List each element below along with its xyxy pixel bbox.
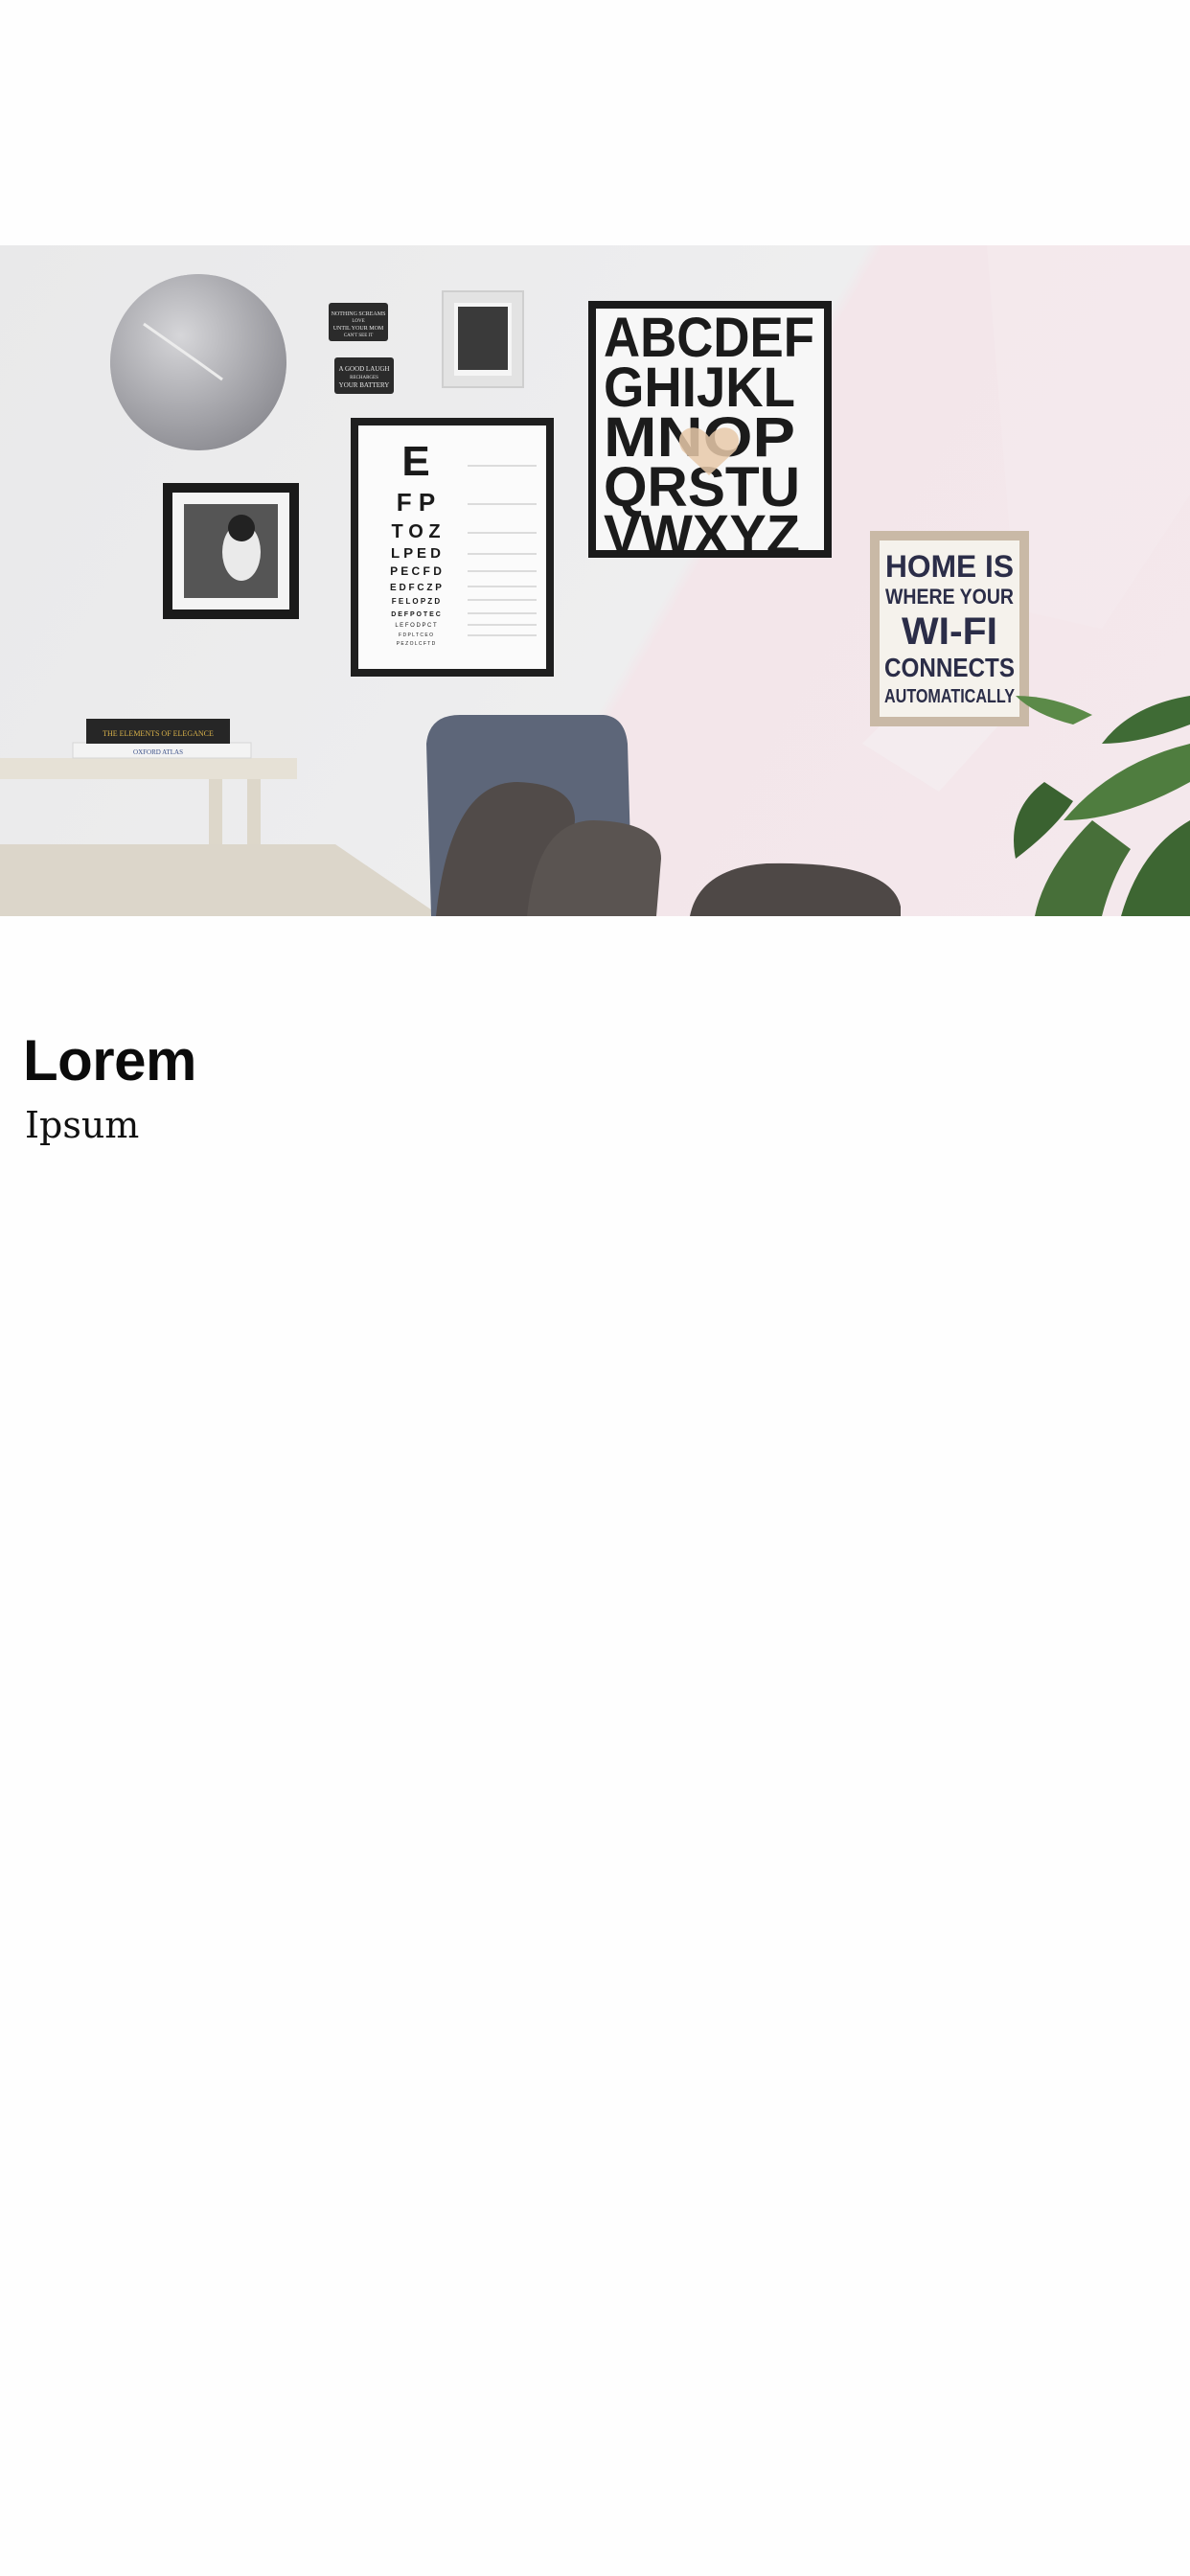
- eye-chart-row-11: P E Z O L C F T D: [397, 641, 436, 647]
- sign-top-line-3: UNTIL YOUR MOM: [333, 326, 384, 332]
- eye-chart-row-5: P E C F D: [390, 564, 442, 578]
- dog-photo-frame: [163, 483, 299, 619]
- eye-chart-row-1: E: [401, 438, 429, 485]
- small-photo-frame: [442, 290, 524, 388]
- sign-top-line-4: CAN'T SEE IT: [344, 334, 374, 338]
- eye-chart-row-8: D E F P O T E C: [391, 611, 441, 618]
- eye-chart-frame: E F P T O Z L P E D P E C F D E D F C Z …: [351, 418, 554, 677]
- eye-chart-row-2: F P: [397, 488, 435, 517]
- chairs: [426, 715, 901, 916]
- sign-bottom-line-2: RECHARGES: [350, 376, 378, 380]
- eye-chart-row-4: L P E D: [391, 545, 441, 562]
- sign-bottom: A GOOD LAUGH RECHARGES YOUR BATTERY: [334, 357, 394, 394]
- eye-chart-row-6: E D F C Z P: [390, 583, 442, 593]
- hero-image: NOTHING SCREAMS LOVE UNTIL YOUR MOM CAN'…: [0, 245, 1190, 916]
- sign-top-line-1: NOTHING SCREAMS: [332, 311, 386, 317]
- eye-chart-row-7: F E L O P Z D: [392, 597, 441, 606]
- page-subtitle: Ipsum: [25, 1104, 140, 1146]
- dining-table: [0, 844, 441, 916]
- alphabet-poster: ABCDEF GHIJKL MNOP QRSTU VWXYZ: [588, 301, 832, 566]
- wifi-poster: HOME IS WHERE YOUR WI-FI CONNECTS AUTOMA…: [870, 531, 1029, 726]
- sign-bottom-line-1: A GOOD LAUGH: [339, 365, 390, 373]
- page-title: Lorem: [23, 1028, 196, 1092]
- eye-chart-row-10: F D P L T C E O: [399, 632, 433, 638]
- wall-clock: [110, 274, 286, 450]
- alphabet-line-5: VWXYZ: [604, 504, 800, 566]
- wifi-line-1: HOME IS: [885, 549, 1014, 584]
- wifi-line-3: WI-FI: [902, 610, 997, 653]
- sign-bottom-line-3: YOUR BATTERY: [339, 381, 390, 389]
- book-title-1: THE ELEMENTS OF ELEGANCE: [103, 729, 214, 738]
- sign-top-line-2: LOVE: [352, 319, 364, 324]
- wifi-line-4: CONNECTS: [884, 653, 1015, 682]
- wifi-line-5: AUTOMATICALLY: [884, 686, 1016, 707]
- wifi-line-2: WHERE YOUR: [885, 585, 1014, 609]
- book-title-2: OXFORD ATLAS: [133, 748, 183, 756]
- eye-chart-row-3: T O Z: [391, 521, 440, 542]
- eye-chart-row-9: L E F O D P C T: [395, 623, 437, 629]
- plant: [1014, 696, 1190, 916]
- sign-top: NOTHING SCREAMS LOVE UNTIL YOUR MOM CAN'…: [329, 303, 388, 341]
- wall-gallery-illustration: NOTHING SCREAMS LOVE UNTIL YOUR MOM CAN'…: [0, 245, 1190, 916]
